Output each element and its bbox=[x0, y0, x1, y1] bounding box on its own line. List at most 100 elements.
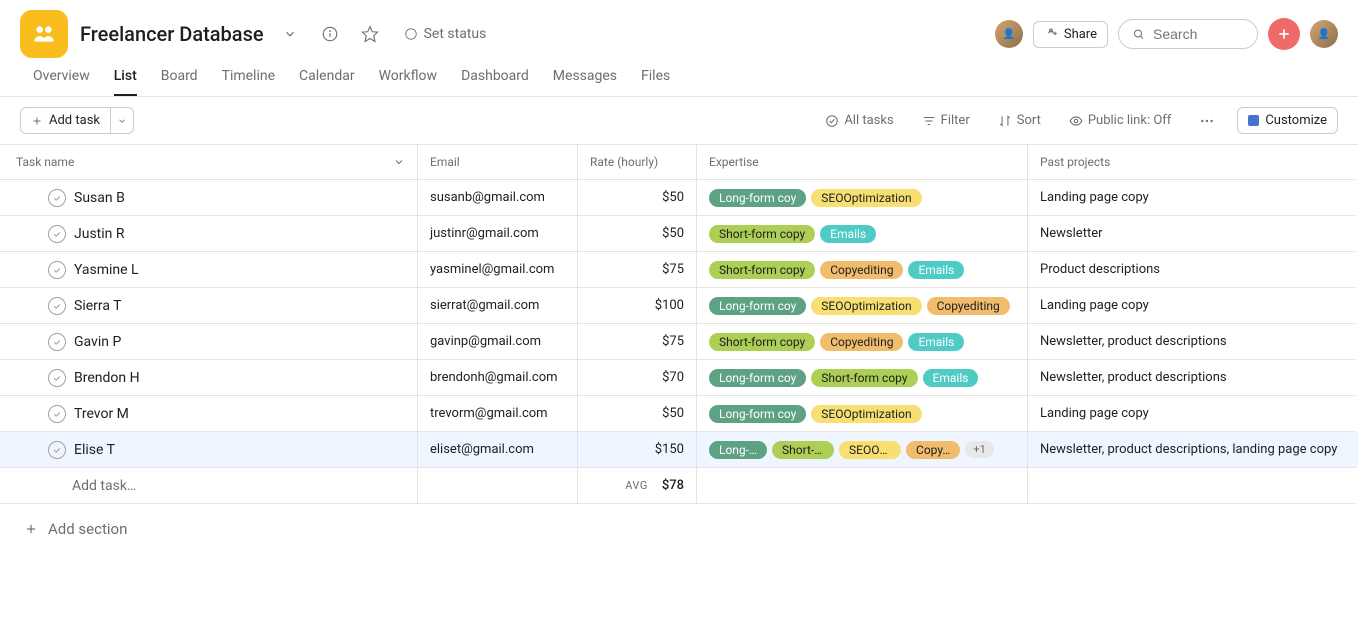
expertise-tag[interactable]: Copyediting bbox=[820, 261, 903, 279]
expertise-tag[interactable]: Emails bbox=[908, 261, 964, 279]
table-row[interactable]: Justin R justinr@gmail.com $50 Short-for… bbox=[0, 216, 1358, 252]
tab-files[interactable]: Files bbox=[641, 68, 670, 96]
expertise-tag[interactable]: Short-f… bbox=[772, 441, 834, 459]
expertise-tag[interactable]: Copyediting bbox=[927, 297, 1010, 315]
column-header-expertise[interactable]: Expertise bbox=[697, 145, 1028, 180]
expertise-tag[interactable]: Long-form coy bbox=[709, 189, 806, 207]
email-cell[interactable]: eliset@gmail.com bbox=[418, 432, 578, 468]
complete-checkbox[interactable] bbox=[48, 369, 66, 387]
expertise-tag[interactable]: Copy… bbox=[906, 441, 960, 459]
expertise-tag[interactable]: SEOOptimization bbox=[811, 189, 921, 207]
past-projects-cell[interactable]: Landing page copy bbox=[1028, 180, 1355, 216]
rate-cell[interactable]: $50 bbox=[578, 180, 697, 216]
public-link-toggle[interactable]: Public link: Off bbox=[1063, 109, 1177, 132]
expertise-tag[interactable]: Long-form coy bbox=[709, 297, 806, 315]
info-icon[interactable] bbox=[316, 20, 344, 48]
task-name-cell[interactable]: Brendon H bbox=[0, 360, 418, 396]
expertise-cell[interactable]: Long-…Short-f…SEOOp…Copy…+1 bbox=[697, 432, 1028, 468]
tab-overview[interactable]: Overview bbox=[33, 68, 90, 96]
sort-button[interactable]: Sort bbox=[992, 109, 1047, 132]
tab-workflow[interactable]: Workflow bbox=[379, 68, 438, 96]
expertise-cell[interactable]: Short-form copy Copyediting Emails bbox=[697, 324, 1028, 360]
email-cell[interactable]: gavinp@gmail.com bbox=[418, 324, 578, 360]
expertise-tag[interactable]: Short-form copy bbox=[709, 333, 815, 351]
filter-button[interactable]: Filter bbox=[916, 109, 976, 132]
email-cell[interactable]: yasminel@gmail.com bbox=[418, 252, 578, 288]
tab-messages[interactable]: Messages bbox=[553, 68, 617, 96]
table-row[interactable]: Sierra T sierrat@gmail.com $100 Long-for… bbox=[0, 288, 1358, 324]
email-cell[interactable]: trevorm@gmail.com bbox=[418, 396, 578, 432]
expertise-cell[interactable]: Short-form copyCopyeditingEmails bbox=[697, 252, 1028, 288]
table-row[interactable]: Brendon H brendonh@gmail.com $70 Long-fo… bbox=[0, 360, 1358, 396]
table-row[interactable]: Elise T eliset@gmail.com $150 Long-…Shor… bbox=[0, 432, 1358, 468]
project-icon[interactable] bbox=[20, 10, 68, 58]
past-projects-cell[interactable]: Newsletter, product descriptions bbox=[1028, 324, 1355, 360]
email-cell[interactable]: brendonh@gmail.com bbox=[418, 360, 578, 396]
more-menu[interactable] bbox=[1193, 109, 1221, 133]
add-task-button[interactable]: Add task bbox=[20, 107, 111, 134]
column-header-past[interactable]: Past projects bbox=[1028, 145, 1355, 180]
past-projects-cell[interactable]: Newsletter, product descriptions bbox=[1028, 360, 1355, 396]
complete-checkbox[interactable] bbox=[48, 333, 66, 351]
tab-timeline[interactable]: Timeline bbox=[222, 68, 275, 96]
email-cell[interactable]: sierrat@gmail.com bbox=[418, 288, 578, 324]
expertise-tag[interactable]: Emails bbox=[820, 225, 876, 243]
global-add-button[interactable] bbox=[1268, 18, 1300, 50]
rate-cell[interactable]: $150 bbox=[578, 432, 697, 468]
column-header-email[interactable]: Email bbox=[418, 145, 578, 180]
expertise-tag[interactable]: Emails bbox=[923, 369, 979, 387]
past-projects-cell[interactable]: Newsletter bbox=[1028, 216, 1355, 252]
expertise-tag[interactable]: SEOOp… bbox=[839, 441, 901, 459]
complete-checkbox[interactable] bbox=[48, 297, 66, 315]
rate-cell[interactable]: $70 bbox=[578, 360, 697, 396]
task-name-cell[interactable]: Susan B bbox=[0, 180, 418, 216]
past-projects-cell[interactable]: Landing page copy bbox=[1028, 288, 1355, 324]
rate-cell[interactable]: $100 bbox=[578, 288, 697, 324]
rate-cell[interactable]: $75 bbox=[578, 324, 697, 360]
rate-cell[interactable]: $50 bbox=[578, 396, 697, 432]
complete-checkbox[interactable] bbox=[48, 189, 66, 207]
expertise-tag[interactable]: Emails bbox=[908, 333, 964, 351]
expertise-cell[interactable]: Short-form copy Emails bbox=[697, 216, 1028, 252]
search-input[interactable] bbox=[1153, 26, 1243, 42]
past-projects-cell[interactable]: Product descriptions bbox=[1028, 252, 1355, 288]
customize-button[interactable]: Customize bbox=[1237, 107, 1338, 134]
complete-checkbox[interactable] bbox=[48, 441, 66, 459]
expertise-cell[interactable]: Long-form coy SEOOptimization bbox=[697, 180, 1028, 216]
expertise-tag[interactable]: SEOOptimization bbox=[811, 297, 921, 315]
all-tasks-filter[interactable]: All tasks bbox=[819, 109, 899, 132]
add-task-dropdown[interactable] bbox=[111, 107, 134, 134]
email-cell[interactable]: susanb@gmail.com bbox=[418, 180, 578, 216]
more-tags[interactable]: +1 bbox=[965, 441, 993, 458]
expertise-tag[interactable]: Short-form copy bbox=[709, 225, 815, 243]
expertise-cell[interactable]: Long-form coySEOOptimization bbox=[697, 396, 1028, 432]
complete-checkbox[interactable] bbox=[48, 405, 66, 423]
page-title[interactable]: Freelancer Database bbox=[80, 22, 264, 46]
tab-list[interactable]: List bbox=[114, 68, 137, 96]
expertise-tag[interactable]: Short-form copy bbox=[811, 369, 917, 387]
task-name-cell[interactable]: Elise T bbox=[0, 432, 418, 468]
tab-board[interactable]: Board bbox=[161, 68, 198, 96]
task-name-cell[interactable]: Sierra T bbox=[0, 288, 418, 324]
table-row[interactable]: Gavin P gavinp@gmail.com $75 Short-form … bbox=[0, 324, 1358, 360]
add-section-button[interactable]: Add section bbox=[0, 504, 1358, 554]
task-name-cell[interactable]: Gavin P bbox=[0, 324, 418, 360]
column-header-name[interactable]: Task name bbox=[0, 145, 418, 180]
rate-cell[interactable]: $50 bbox=[578, 216, 697, 252]
tab-calendar[interactable]: Calendar bbox=[299, 68, 355, 96]
expertise-tag[interactable]: Copyediting bbox=[820, 333, 903, 351]
complete-checkbox[interactable] bbox=[48, 261, 66, 279]
expertise-tag[interactable]: Long-form coy bbox=[709, 369, 806, 387]
tab-dashboard[interactable]: Dashboard bbox=[461, 68, 529, 96]
expertise-tag[interactable]: SEOOptimization bbox=[811, 405, 921, 423]
chevron-down-icon[interactable] bbox=[276, 20, 304, 48]
past-projects-cell[interactable]: Landing page copy bbox=[1028, 396, 1355, 432]
star-icon[interactable] bbox=[356, 20, 384, 48]
add-task-inline[interactable]: Add task… bbox=[0, 468, 418, 504]
expertise-cell[interactable]: Long-form coy Short-form copy Emails bbox=[697, 360, 1028, 396]
table-row[interactable]: Trevor M trevorm@gmail.com $50 Long-form… bbox=[0, 396, 1358, 432]
rate-cell[interactable]: $75 bbox=[578, 252, 697, 288]
complete-checkbox[interactable] bbox=[48, 225, 66, 243]
set-status-button[interactable]: Set status bbox=[396, 22, 495, 46]
column-header-rate[interactable]: Rate (hourly) bbox=[578, 145, 697, 180]
